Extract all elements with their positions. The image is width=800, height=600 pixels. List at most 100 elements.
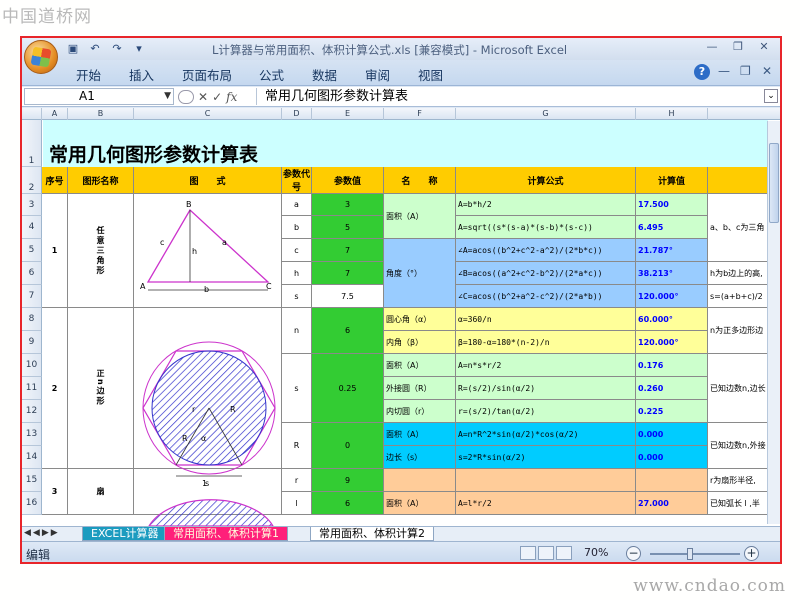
header-figure[interactable]: 图 式 — [134, 167, 282, 194]
row-header-16[interactable]: 16 — [22, 492, 42, 515]
row-header-10[interactable]: 10 — [22, 354, 42, 377]
cell-value-r14[interactable]: 0.000 — [636, 446, 708, 469]
name-box-dropdown-icon[interactable]: ▼ — [164, 89, 171, 104]
select-all-corner[interactable] — [22, 108, 42, 120]
header-shape[interactable]: 图形名称 — [68, 167, 134, 194]
cell-formula-r7[interactable]: ∠C=acos((b^2+a^2-c^2)/(2*a*b)) — [456, 285, 636, 308]
cell-code-r6[interactable]: h — [282, 262, 312, 285]
cell-code-r13[interactable]: R — [282, 423, 312, 469]
vertical-scrollbar[interactable] — [767, 121, 780, 524]
tab-formulas[interactable]: 公式 — [259, 65, 284, 84]
cell-name-r16[interactable]: 面积（A） — [384, 492, 456, 515]
row-header-3[interactable]: 3 — [22, 194, 42, 216]
cell-name-r10[interactable]: 面积（A） — [384, 354, 456, 377]
tab-home[interactable]: 开始 — [76, 65, 101, 84]
column-header-e[interactable]: E — [312, 108, 384, 120]
page-layout-view-icon[interactable] — [538, 546, 554, 560]
cell-figure-2[interactable] — [134, 308, 282, 469]
customize-qat-icon[interactable]: ▾ — [130, 41, 148, 57]
tab-review[interactable]: 审阅 — [365, 65, 390, 84]
cell-name-r9[interactable]: 内角（β） — [384, 331, 456, 354]
cell-formula-r3[interactable]: A=b*h/2 — [456, 194, 636, 216]
cell-code-r3[interactable]: a — [282, 194, 312, 216]
cell-formula-r5[interactable]: ∠A=acos((b^2+c^2-a^2)/(2*b*c)) — [456, 239, 636, 262]
help-icon[interactable]: ? — [694, 64, 710, 80]
sheet-nav-arrows[interactable]: ◀◀▶▶ — [24, 528, 60, 538]
insert-function-icon[interactable]: fx — [226, 90, 237, 104]
formula-input[interactable]: 常用几何图形参数计算表 — [256, 88, 762, 105]
row-header-12[interactable]: 12 — [22, 400, 42, 423]
cell-name-r8[interactable]: 圆心角（α） — [384, 308, 456, 331]
column-header-g[interactable]: G — [456, 108, 636, 120]
page-break-view-icon[interactable] — [556, 546, 572, 560]
cancel-icon[interactable]: ✕ — [198, 90, 208, 104]
cell-formula-r9[interactable]: β=180-α=180*(n-2)/n — [456, 331, 636, 354]
expand-formula-bar-icon[interactable]: ⌄ — [764, 89, 778, 103]
cell-value-r4[interactable]: 6.495 — [636, 216, 708, 239]
close-icon[interactable]: ✕ — [752, 39, 776, 55]
cell-value-r10[interactable]: 0.176 — [636, 354, 708, 377]
cell-param-r13[interactable]: 0 — [312, 423, 384, 469]
cell-no-1[interactable]: 1 — [42, 194, 68, 308]
header-code[interactable]: 参数代号 — [282, 167, 312, 194]
cell-param-r7[interactable]: 7.5 — [312, 285, 384, 308]
zoom-slider[interactable] — [650, 553, 740, 555]
cell-code-r15[interactable]: r — [282, 469, 312, 492]
zoom-slider-thumb[interactable] — [687, 548, 693, 560]
cell-code-r5[interactable]: c — [282, 239, 312, 262]
header-no[interactable]: 序号 — [42, 167, 68, 194]
cell-name-r12[interactable]: 内切圆（r） — [384, 400, 456, 423]
cell-formula-r4[interactable]: A=sqrt((s*(s-a)*(s-b)*(s-c)) — [456, 216, 636, 239]
header-name[interactable]: 名 称 — [384, 167, 456, 194]
ribbon-close-icon[interactable]: ✕ — [762, 64, 772, 78]
zoom-out-icon[interactable]: − — [626, 546, 641, 561]
cell-param-r10[interactable]: 0.25 — [312, 354, 384, 423]
cell-formula-r12[interactable]: r=(s/2)/tan(α/2) — [456, 400, 636, 423]
row-header-14[interactable]: 14 — [22, 446, 42, 469]
ribbon-minimize-icon[interactable]: — — [718, 64, 730, 78]
column-header-f[interactable]: F — [384, 108, 456, 120]
cell-formula-r6[interactable]: ∠B=acos((a^2+c^2-b^2)/(2*a*c)) — [456, 262, 636, 285]
undo-icon[interactable]: ↶ — [86, 41, 104, 57]
cell-name-r5[interactable]: 角度（°） — [384, 239, 456, 308]
sheet-tab-area-volume-1[interactable]: 常用面积、体积计算1 — [164, 527, 288, 541]
cell-shape-2[interactable]: 正n边形 — [68, 308, 134, 469]
cell-no-3[interactable]: 3 — [42, 469, 68, 515]
cell-value-r13[interactable]: 0.000 — [636, 423, 708, 446]
row-header-15[interactable]: 15 — [22, 469, 42, 492]
row-header-4[interactable]: 4 — [22, 216, 42, 239]
header-param[interactable]: 参数值 — [312, 167, 384, 194]
zoom-level[interactable]: 70% — [584, 546, 608, 559]
save-icon[interactable]: ▣ — [64, 41, 82, 57]
vertical-scroll-thumb[interactable] — [769, 143, 779, 223]
column-header-a[interactable]: A — [42, 108, 68, 120]
row-header-9[interactable]: 9 — [22, 331, 42, 354]
cell-formula-r13[interactable]: A=n*R^2*sin(α/2)*cos(α/2) — [456, 423, 636, 446]
cell-param-r6[interactable]: 7 — [312, 262, 384, 285]
row-header-7[interactable]: 7 — [22, 285, 42, 308]
cell-code-r7[interactable]: s — [282, 285, 312, 308]
cell-value-r8[interactable]: 60.000° — [636, 308, 708, 331]
cell-code-r16[interactable]: l — [282, 492, 312, 515]
cell-code-r4[interactable]: b — [282, 216, 312, 239]
row-header-13[interactable]: 13 — [22, 423, 42, 446]
formula-options-icon[interactable] — [178, 89, 194, 104]
tab-insert[interactable]: 插入 — [129, 65, 154, 84]
cell-no-2[interactable]: 2 — [42, 308, 68, 469]
cell-figure-1[interactable] — [134, 194, 282, 308]
enter-icon[interactable]: ✓ — [212, 90, 222, 104]
cell-param-r5[interactable]: 7 — [312, 239, 384, 262]
minimize-icon[interactable]: — — [700, 39, 724, 55]
cell-formula-r8[interactable]: α=360/n — [456, 308, 636, 331]
cell-name-r3[interactable]: 面积（A） — [384, 194, 456, 239]
row-header-1[interactable]: 1 — [22, 120, 42, 167]
row-header-5[interactable]: 5 — [22, 239, 42, 262]
cell-value-r5[interactable]: 21.787° — [636, 239, 708, 262]
row-header-2[interactable]: 2 — [22, 167, 42, 194]
cell-formula-r10[interactable]: A=n*s*r/2 — [456, 354, 636, 377]
row-header-8[interactable]: 8 — [22, 308, 42, 331]
cell-param-r15[interactable]: 9 — [312, 469, 384, 492]
cell-param-r3[interactable]: 3 — [312, 194, 384, 216]
cell-value-r9[interactable]: 120.000° — [636, 331, 708, 354]
column-header-c[interactable]: C — [134, 108, 282, 120]
